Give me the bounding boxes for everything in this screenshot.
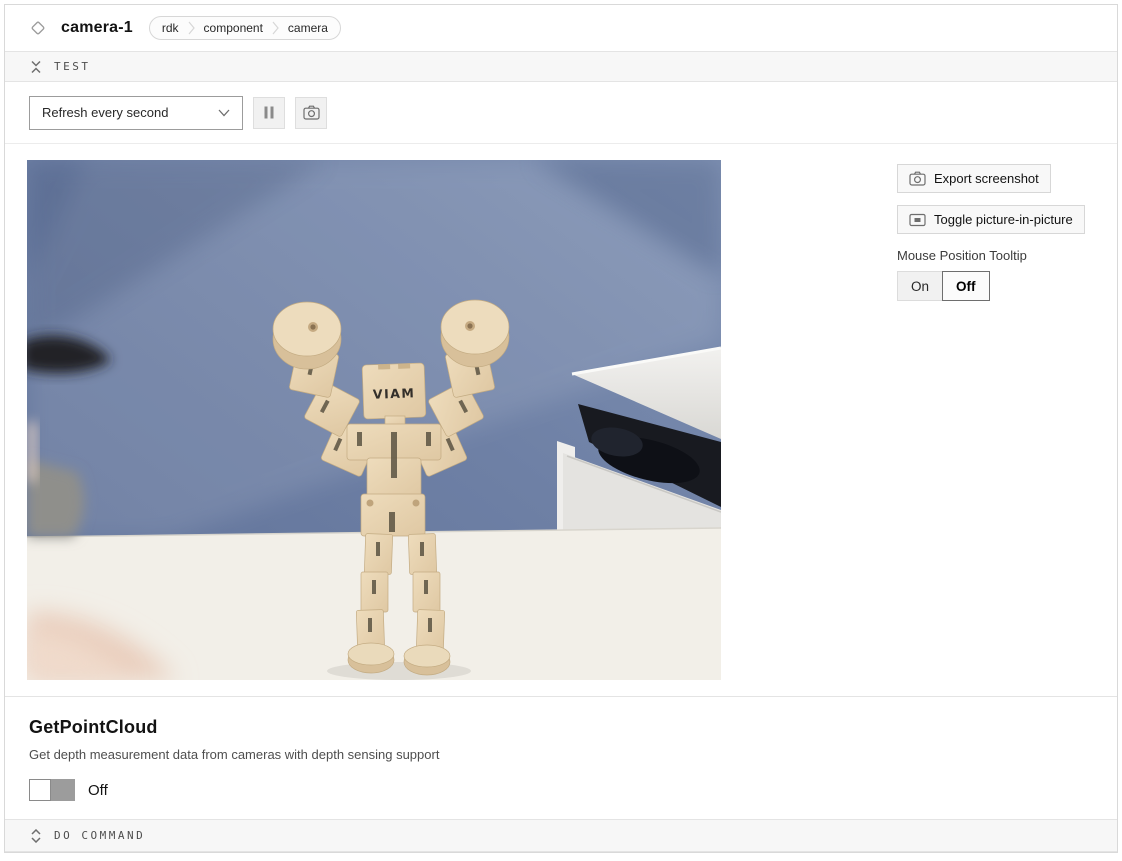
expand-icon bbox=[30, 829, 42, 843]
test-section-header[interactable]: TEST bbox=[5, 51, 1117, 82]
toggle-pip-label: Toggle picture-in-picture bbox=[934, 212, 1073, 227]
robot-head: VIAM bbox=[362, 363, 426, 419]
export-screenshot-label: Export screenshot bbox=[934, 171, 1039, 186]
component-diamond-icon bbox=[29, 19, 47, 37]
test-section-body: VIAM bbox=[5, 144, 1117, 696]
viam-logo-text: VIAM bbox=[373, 385, 416, 401]
breadcrumb-item-component: component bbox=[204, 21, 263, 35]
component-name: camera-1 bbox=[61, 19, 133, 37]
mouse-tooltip-label: Mouse Position Tooltip bbox=[897, 248, 1027, 263]
chevron-down-icon bbox=[218, 109, 230, 117]
stream-controls-row: Refresh every second bbox=[5, 82, 1117, 144]
get-point-cloud-title: GetPointCloud bbox=[29, 717, 1093, 738]
card-header: camera-1 rdk component camera bbox=[5, 5, 1117, 51]
mouse-tooltip-toggle-group: On Off bbox=[897, 271, 990, 301]
camera-icon bbox=[909, 171, 926, 186]
get-point-cloud-description: Get depth measurement data from cameras … bbox=[29, 747, 1093, 762]
robot-hand-disc bbox=[441, 300, 509, 367]
export-screenshot-button[interactable]: Export screenshot bbox=[897, 164, 1051, 193]
snapshot-button[interactable] bbox=[295, 97, 327, 129]
mouse-tooltip-off-button[interactable]: Off bbox=[942, 271, 990, 301]
camera-component-card: camera-1 rdk component camera TEST Refre… bbox=[4, 4, 1118, 853]
camera-stream[interactable]: VIAM bbox=[27, 160, 721, 680]
picture-in-picture-icon bbox=[909, 213, 926, 227]
refresh-rate-value: Refresh every second bbox=[42, 105, 168, 120]
collapse-icon bbox=[30, 60, 42, 74]
stream-tools: Export screenshot Toggle picture-in-pict… bbox=[897, 160, 1093, 680]
get-point-cloud-section: GetPointCloud Get depth measurement data… bbox=[5, 696, 1117, 819]
robot-hand-disc bbox=[273, 302, 341, 369]
breadcrumb-separator-icon bbox=[272, 20, 279, 36]
pause-icon bbox=[263, 106, 275, 119]
pause-stream-button[interactable] bbox=[253, 97, 285, 129]
breadcrumb-item-rdk: rdk bbox=[162, 21, 179, 35]
toggle-pip-button[interactable]: Toggle picture-in-picture bbox=[897, 205, 1085, 234]
mouse-tooltip-on-button[interactable]: On bbox=[897, 271, 943, 301]
refresh-rate-select[interactable]: Refresh every second bbox=[29, 96, 243, 130]
breadcrumb-item-camera: camera bbox=[288, 21, 328, 35]
breadcrumb: rdk component camera bbox=[149, 16, 341, 40]
do-command-section-label: DO COMMAND bbox=[54, 829, 145, 842]
toggle-knob bbox=[29, 779, 51, 801]
camera-icon bbox=[303, 105, 320, 120]
point-cloud-toggle[interactable] bbox=[29, 779, 75, 801]
do-command-section-header[interactable]: DO COMMAND bbox=[5, 819, 1117, 852]
test-section-label: TEST bbox=[54, 60, 91, 73]
point-cloud-toggle-state: Off bbox=[88, 782, 108, 799]
breadcrumb-separator-icon bbox=[188, 20, 195, 36]
